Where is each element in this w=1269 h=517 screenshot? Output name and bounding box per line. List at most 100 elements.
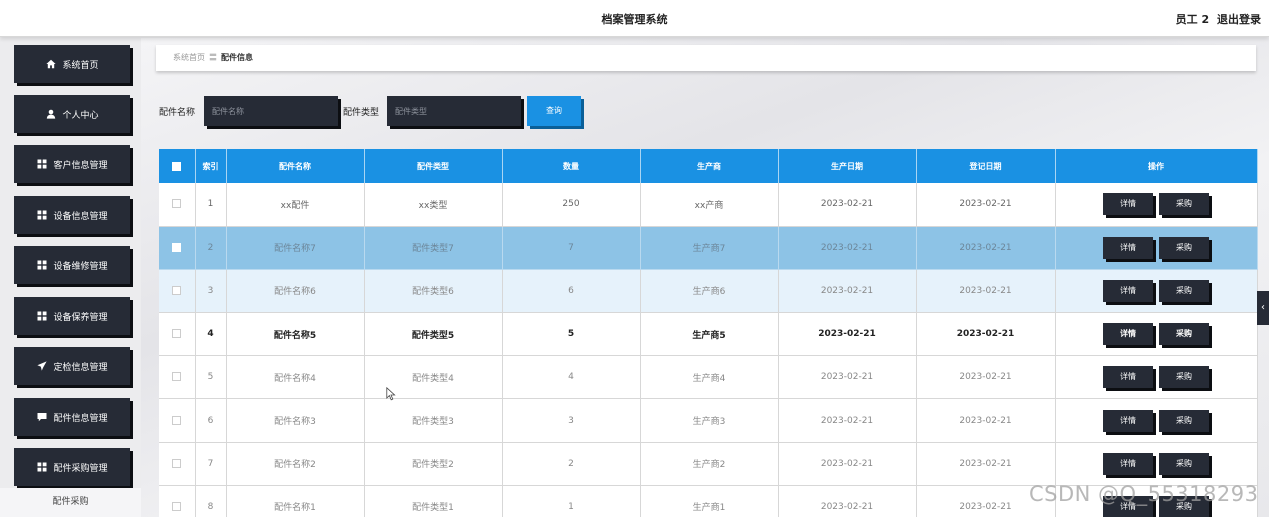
sidebar-item-label: 配件采购管理: [53, 463, 108, 474]
row-checkbox[interactable]: [172, 501, 182, 511]
purchase-button[interactable]: 采购: [1159, 193, 1209, 216]
sidebar-item-device-maintenance[interactable]: 设备保养管理: [14, 297, 130, 335]
row-checkbox[interactable]: [172, 415, 182, 425]
cell-qty: 2: [502, 442, 641, 486]
cell-maker: 生产商4: [640, 355, 779, 400]
sidebar-item-inspection-info[interactable]: 定检信息管理: [14, 347, 130, 385]
row-checkbox[interactable]: [172, 458, 182, 468]
cell-type: 配件类型2: [364, 442, 503, 486]
breadcrumb-separator: 〓: [209, 53, 217, 62]
name-search-input[interactable]: [204, 96, 338, 126]
cell-type: 配件类型1: [364, 485, 503, 517]
grid-icon: [36, 210, 47, 221]
cell-actions: 详情 采购: [1055, 355, 1258, 400]
detail-button[interactable]: 详情: [1103, 452, 1153, 475]
row-checkbox-cell: [159, 312, 196, 357]
breadcrumb-home[interactable]: 系统首页: [173, 53, 205, 62]
cell-maker: xx产商: [640, 183, 779, 227]
cell-produce-date: 2023-02-21: [778, 226, 917, 270]
row-checkbox[interactable]: [172, 372, 182, 382]
purchase-button[interactable]: 采购: [1159, 323, 1209, 346]
grid-icon: [36, 159, 47, 170]
cell-produce-date: 2023-02-21: [778, 398, 917, 443]
detail-button[interactable]: 详情: [1103, 409, 1153, 432]
cell-name: 配件名称4: [226, 355, 365, 400]
table-row[interactable]: 2 配件名称7 配件类型7 7 生产商7 2023-02-21 2023-02-…: [159, 226, 1258, 270]
row-checkbox[interactable]: [172, 242, 182, 252]
table-row[interactable]: 6 配件名称3 配件类型3 3 生产商3 2023-02-21 2023-02-…: [159, 398, 1258, 443]
cell-register-date: 2023-02-21: [916, 269, 1056, 314]
select-all-checkbox[interactable]: [172, 161, 182, 171]
sidebar-item-label: 设备保养管理: [53, 312, 108, 323]
sidebar-item-device-info[interactable]: 设备信息管理: [14, 196, 130, 234]
breadcrumb-current: 配件信息: [221, 53, 253, 62]
cell-maker: 生产商7: [640, 226, 779, 270]
detail-button[interactable]: 详情: [1103, 193, 1153, 216]
cell-produce-date: 2023-02-21: [778, 269, 917, 314]
detail-button[interactable]: 详情: [1103, 323, 1153, 346]
row-checkbox-cell: [159, 398, 196, 443]
sidebar-item-home[interactable]: 系统首页: [14, 45, 130, 83]
cell-name: xx配件: [226, 183, 365, 227]
cell-type: 配件类型3: [364, 398, 503, 443]
cell-maker: 生产商3: [640, 398, 779, 443]
purchase-button[interactable]: 采购: [1159, 366, 1209, 389]
sidebar-item-device-repair[interactable]: 设备维修管理: [14, 246, 130, 284]
user-area: 员工 2 退出登录: [1172, 11, 1261, 27]
row-checkbox[interactable]: [172, 285, 182, 295]
main-content: 系统首页〓配件信息 配件名称 配件类型 查询 索引 配件名称 配件类型 数量 生…: [141, 38, 1269, 517]
watermark: CSDN @Q_55318293: [1029, 482, 1259, 506]
sidebar-item-personal-center[interactable]: 个人中心: [14, 95, 130, 133]
logout-link[interactable]: 退出登录: [1217, 13, 1261, 26]
cell-qty: 6: [502, 269, 641, 314]
cell-register-date: 2023-02-21: [916, 355, 1056, 400]
name-search-label: 配件名称: [159, 108, 196, 118]
grid-icon: [36, 311, 47, 322]
cell-qty: 3: [502, 398, 641, 443]
sidebar-item-label: 配件信息管理: [53, 413, 108, 424]
table-row[interactable]: 7 配件名称2 配件类型2 2 生产商2 2023-02-21 2023-02-…: [159, 442, 1258, 486]
sidebar-item-label: 客户信息管理: [53, 160, 108, 171]
purchase-button[interactable]: 采购: [1159, 279, 1209, 302]
table-row[interactable]: 3 配件名称6 配件类型6 6 生产商6 2023-02-21 2023-02-…: [159, 269, 1258, 314]
type-search-input[interactable]: [387, 96, 521, 126]
table-row[interactable]: 5 配件名称4 配件类型4 4 生产商4 2023-02-21 2023-02-…: [159, 355, 1258, 400]
purchase-button[interactable]: 采购: [1159, 452, 1209, 475]
query-button[interactable]: 查询: [527, 96, 581, 126]
home-icon: [45, 59, 56, 70]
detail-button[interactable]: 详情: [1103, 279, 1153, 302]
cell-actions: 详情 采购: [1055, 442, 1258, 486]
column-header[interactable]: 配件类型: [364, 149, 503, 183]
cell-name: 配件名称5: [226, 312, 365, 357]
table-header-row: 索引 配件名称 配件类型 数量 生产商 生产日期 登记日期 操作: [159, 149, 1258, 183]
column-header[interactable]: 生产商: [640, 149, 779, 183]
side-panel-toggle[interactable]: ‹: [1257, 291, 1269, 325]
column-header[interactable]: 数量: [502, 149, 641, 183]
purchase-button[interactable]: 采购: [1159, 409, 1209, 432]
row-checkbox[interactable]: [172, 329, 182, 339]
table-row[interactable]: 1 xx配件 xx类型 250 xx产商 2023-02-21 2023-02-…: [159, 183, 1258, 227]
cell-produce-date: 2023-02-21: [778, 183, 917, 227]
sidebar-item-parts-purchase[interactable]: 配件采购管理: [14, 448, 130, 486]
cell-produce-date: 2023-02-21: [778, 485, 917, 517]
breadcrumb: 系统首页〓配件信息: [156, 45, 1256, 71]
cell-type: xx类型: [364, 183, 503, 227]
cell-qty: 5: [502, 312, 641, 357]
cell-name: 配件名称1: [226, 485, 365, 517]
cell-actions: 详情 采购: [1055, 398, 1258, 443]
message-icon: [36, 412, 47, 423]
detail-button[interactable]: 详情: [1103, 366, 1153, 389]
detail-button[interactable]: 详情: [1103, 236, 1153, 259]
column-header[interactable]: 配件名称: [226, 149, 365, 183]
sidebar-item-customer-info[interactable]: 客户信息管理: [14, 145, 130, 183]
cell-register-date: 2023-02-21: [916, 398, 1056, 443]
sidebar-item-parts-info[interactable]: 配件信息管理: [14, 398, 130, 436]
cell-name: 配件名称2: [226, 442, 365, 486]
sidebar-subitem-parts-purchase[interactable]: 配件采购: [0, 488, 141, 517]
purchase-button[interactable]: 采购: [1159, 236, 1209, 259]
row-checkbox[interactable]: [172, 199, 182, 209]
row-checkbox-cell: [159, 485, 196, 517]
column-header[interactable]: 生产日期: [778, 149, 917, 183]
column-header[interactable]: 登记日期: [916, 149, 1056, 183]
table-row[interactable]: 4 配件名称5 配件类型5 5 生产商5 2023-02-21 2023-02-…: [159, 312, 1258, 357]
